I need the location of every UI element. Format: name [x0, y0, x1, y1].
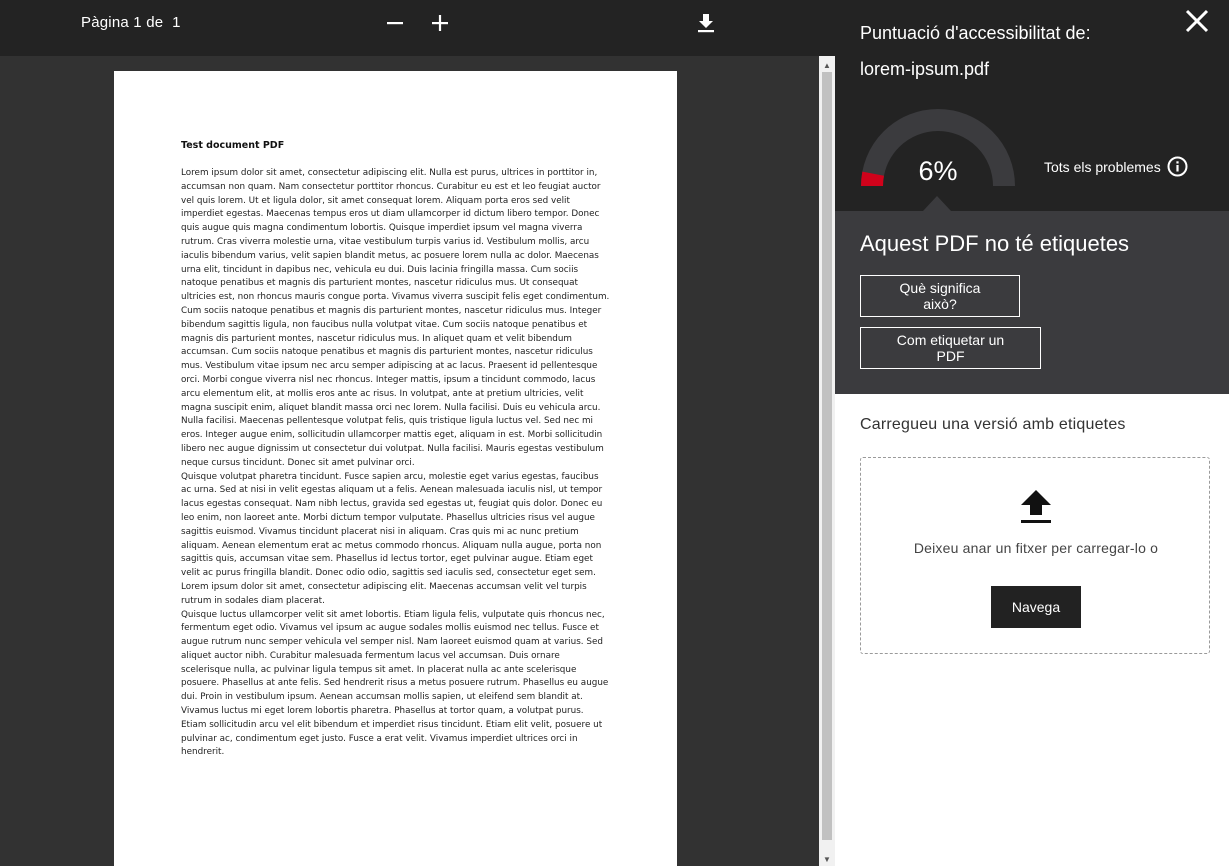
what-does-this-mean-button[interactable]: Què significa això? [860, 275, 1020, 317]
plus-icon [432, 15, 448, 31]
upload-label: Carregueu una versió amb etiquetes [860, 416, 1126, 433]
viewer-toolbar: Pàgina 1 de 1 [0, 0, 835, 56]
all-issues-link[interactable]: Tots els problemes [1044, 156, 1188, 177]
how-to-tag-pdf-button[interactable]: Com etiquetar un PDF [860, 327, 1041, 369]
drop-instructions: Deixeu anar un fitxer per carregar-lo o [913, 540, 1159, 556]
of-word: de [146, 14, 164, 31]
vertical-scrollbar[interactable]: ▲ ▼ [819, 56, 835, 866]
scroll-up-arrow-icon[interactable]: ▲ [819, 58, 835, 72]
document-canvas[interactable]: Test document PDF Lorem ipsum dolor sit … [0, 56, 819, 866]
accessibility-panel: Puntuació d'accessibilitat de: lorem-ips… [835, 0, 1229, 866]
download-icon [698, 14, 714, 33]
pdf-page: Test document PDF Lorem ipsum dolor sit … [114, 71, 677, 866]
document-body: Lorem ipsum dolor sit amet, consectetur … [181, 167, 611, 760]
upload-icon [1021, 490, 1051, 523]
panel-title-line: Puntuació d'accessibilitat de: [860, 23, 1091, 43]
panel-title: Puntuació d'accessibilitat de: lorem-ips… [860, 15, 1160, 87]
scroll-thumb[interactable] [822, 72, 832, 840]
scroll-down-arrow-icon[interactable]: ▼ [819, 852, 835, 866]
total-pages: 1 [172, 14, 181, 31]
browse-button[interactable]: Navega [991, 586, 1081, 628]
zoom-in-button[interactable] [422, 8, 458, 38]
page-indicator: Pàgina 1 de 1 [81, 14, 181, 31]
score-value: 6% [918, 156, 958, 186]
file-name: lorem-ipsum.pdf [860, 59, 990, 79]
info-icon [1167, 156, 1188, 177]
zoom-out-button[interactable] [377, 8, 413, 38]
close-button[interactable] [1184, 8, 1210, 34]
page-word: Pàgina [81, 14, 129, 31]
current-page: 1 [133, 14, 142, 31]
paragraph: Quisque luctus ullamcorper velit sit ame… [181, 609, 609, 758]
paragraph: Quisque volutpat pharetra tincidunt. Fus… [181, 471, 603, 606]
status-section: Aquest PDF no té etiquetes Què significa… [835, 211, 1229, 394]
file-dropzone[interactable]: Deixeu anar un fitxer per carregar-lo o … [860, 457, 1210, 654]
pdf-viewer: Pàgina 1 de 1 Test document PDF Lorem ip… [0, 0, 835, 866]
minus-icon [387, 22, 403, 25]
status-heading: Aquest PDF no té etiquetes [860, 231, 1130, 256]
score-header: Puntuació d'accessibilitat de: lorem-ips… [835, 0, 1229, 211]
paragraph: Lorem ipsum dolor sit amet, consectetur … [181, 168, 610, 468]
download-button[interactable] [688, 8, 724, 38]
all-issues-label: Tots els problemes [1044, 158, 1161, 175]
pointer-caret [923, 196, 951, 211]
document-title: Test document PDF [181, 140, 285, 151]
close-icon [1185, 9, 1209, 33]
score-gauge: 6% [859, 108, 1017, 188]
